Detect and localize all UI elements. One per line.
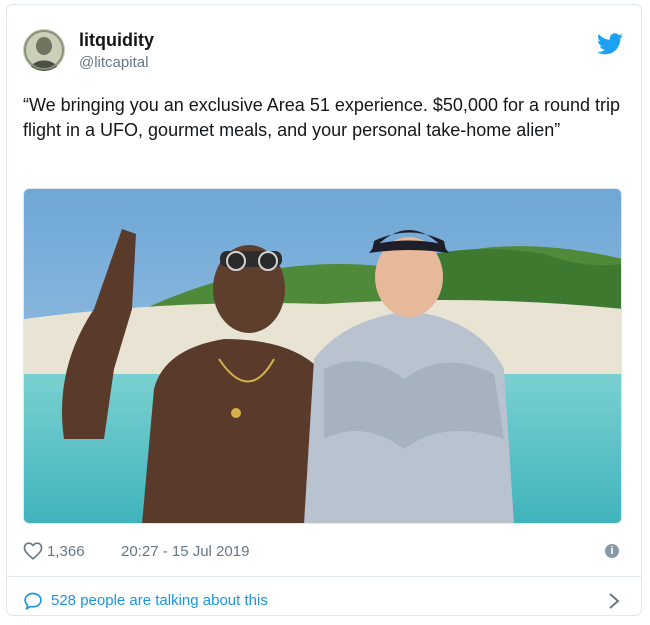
like-count[interactable]: 1,366 xyxy=(47,543,85,560)
chevron-right-icon[interactable] xyxy=(607,591,621,611)
heart-icon[interactable] xyxy=(23,542,43,560)
speech-bubble-icon xyxy=(24,592,42,611)
conversation-count[interactable]: 528 people are talking about this xyxy=(51,592,268,609)
twitter-bird-icon[interactable] xyxy=(597,33,623,55)
photo-illustration xyxy=(24,189,621,523)
tweet-text: “We bringing you an exclusive Area 51 ex… xyxy=(23,95,621,140)
tweet-photo[interactable] xyxy=(23,188,622,524)
info-icon[interactable]: i xyxy=(605,544,619,558)
user-name[interactable]: litquidity xyxy=(79,30,154,51)
tweet-card[interactable]: litquidity @litcapital “We bringing you … xyxy=(6,4,642,616)
tweet-timestamp[interactable]: 20:27 - 15 Jul 2019 xyxy=(121,543,249,560)
tweet-header: litquidity @litcapital xyxy=(23,27,623,77)
divider xyxy=(7,576,641,577)
tweet-meta: 1,366 20:27 - 15 Jul 2019 i xyxy=(23,540,623,564)
conversation-link[interactable]: 528 people are talking about this xyxy=(23,589,623,613)
avatar[interactable] xyxy=(23,29,65,71)
user-handle[interactable]: @litcapital xyxy=(79,54,148,71)
